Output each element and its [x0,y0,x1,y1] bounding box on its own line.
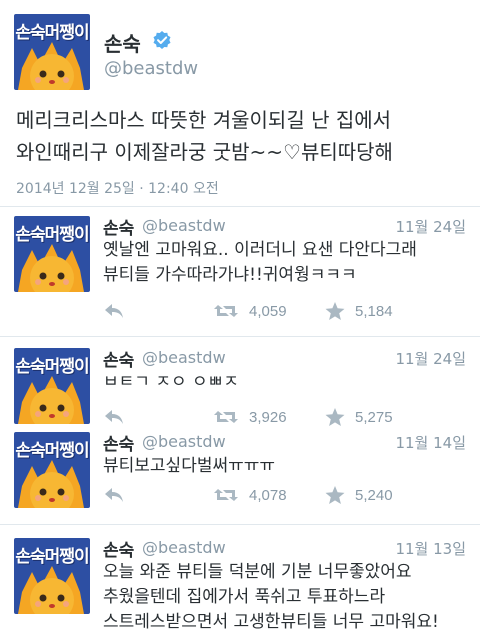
tweet-actions: 3,926 5,275 [103,406,473,428]
creature-icon [18,244,84,292]
timeline-tweet[interactable]: 손숙머쨍이 손숙 @beastdw 11월 24일 옛날엔 고마워요.. 이러더… [0,210,480,334]
display-name[interactable]: 손숙 [103,346,134,371]
timeline-tweet[interactable]: 손숙머쨍이 손숙 @beastdw 11월 14일 뷰티보고싶다벌써ㅠㅠㅠ 4,… [0,426,480,516]
divider [0,336,480,337]
handle[interactable]: @beastdw [142,432,226,451]
retweet-button[interactable]: 4,059 [213,300,287,322]
display-name[interactable]: 손숙 [103,214,134,239]
tweet-timestamp[interactable]: 2014년 12월 25일 · 12:40 오전 [16,178,219,198]
avatar[interactable]: 손숙머쨍이 [14,538,90,614]
avatar[interactable]: 손숙머쨍이 [14,14,90,90]
tweet-text-line: ㅂㅌㄱ ㅈㅇ ㅇㅃㅈ [103,372,239,392]
tweet-text-line: 메리크리스마스 따뜻한 겨울이되길 난 집에서 [16,108,392,132]
tweet-actions: 4,059 5,184 [103,300,473,322]
favorite-count: 5,275 [355,408,393,426]
favorite-count: 5,184 [355,302,393,320]
tweet-text: ㅂㅌㄱ ㅈㅇ ㅇㅃㅈ [103,370,475,395]
reply-button[interactable] [103,300,125,322]
retweet-count: 4,059 [249,302,287,320]
creature-icon [18,376,84,424]
tweet-text-line: 뷰티보고싶다벌써ㅠㅠㅠ [103,456,276,476]
divider [0,524,480,525]
creature-icon [18,566,84,614]
display-name[interactable]: 손숙 [103,430,134,455]
tweet-text-line: 오늘 와준 뷰티들 덕분에 기분 너무좋았어요 [103,562,412,582]
tweet-text-line: 뷰티들 가수따라가냐!!귀여웡ㅋㅋㅋ [103,265,357,285]
handle[interactable]: @beastdw [142,348,226,367]
star-icon [325,485,345,504]
tweet-text: 메리크리스마스 따뜻한 겨울이되길 난 집에서 와인때리구 이제잘라궁 굿밤~~… [16,104,471,168]
tweet-date[interactable]: 11월 14일 [395,432,466,453]
creature-icon [18,42,84,90]
handle[interactable]: @beastdw [142,538,226,557]
retweet-count: 4,078 [249,486,287,504]
reply-button[interactable] [103,406,125,428]
creature-icon [18,460,84,508]
tweet-date[interactable]: 11월 13일 [395,538,466,559]
handle[interactable]: @beastdw [142,216,226,235]
timeline-tweet[interactable]: 손숙머쨍이 손숙 @beastdw 11월 13일 오늘 와준 뷰티들 덕분에 … [0,532,480,640]
reply-icon [105,488,123,502]
retweet-icon [214,305,238,317]
avatar[interactable]: 손숙머쨍이 [14,348,90,424]
handle[interactable]: @beastdw [104,58,198,79]
timeline-tweet[interactable]: 손숙머쨍이 손숙 @beastdw 11월 24일 ㅂㅌㄱ ㅈㅇ ㅇㅃㅈ 3,9… [0,342,480,428]
star-icon [325,407,345,426]
favorite-button[interactable]: 5,240 [325,484,393,506]
retweet-count: 3,926 [249,408,287,426]
main-tweet-header: 손숙머쨍이 손숙 @beastdw [0,0,480,100]
retweet-button[interactable]: 3,926 [213,406,287,428]
tweet-date[interactable]: 11월 24일 [395,216,466,237]
tweet-text: 오늘 와준 뷰티들 덕분에 기분 너무좋았어요 추웠을텐데 집에가서 푹쉬고 투… [103,560,475,635]
divider [0,206,480,207]
tweet-text-line: 옛날엔 고마워요.. 이러더니 요샌 다안다그래 [103,240,417,260]
verified-badge-icon [153,31,171,49]
tweet-date[interactable]: 11월 24일 [395,348,466,369]
reply-icon [105,410,123,424]
tweet-text: 옛날엔 고마워요.. 이러더니 요샌 다안다그래 뷰티들 가수따라가냐!!귀여웡… [103,238,475,288]
display-name[interactable]: 손숙 [103,536,134,561]
avatar[interactable]: 손숙머쨍이 [14,216,90,292]
tweet-actions: 4,078 5,240 [103,484,473,506]
retweet-icon [214,411,238,423]
star-icon [325,301,345,320]
avatar[interactable]: 손숙머쨍이 [14,432,90,508]
favorite-button[interactable]: 5,275 [325,406,393,428]
retweet-button[interactable]: 4,078 [213,484,287,506]
reply-button[interactable] [103,484,125,506]
tweet-text: 뷰티보고싶다벌써ㅠㅠㅠ [103,454,475,479]
favorite-count: 5,240 [355,486,393,504]
display-name[interactable]: 손숙 [104,28,141,57]
favorite-button[interactable]: 5,184 [325,300,393,322]
reply-icon [105,304,123,318]
tweet-text-line: 추웠을텐데 집에가서 푹쉬고 투표하느라 [103,587,386,607]
retweet-icon [214,489,238,501]
tweet-text-line: 스트레스받으면서 고생한뷰티들 너무 고마워요! [103,612,439,632]
tweet-text-line: 와인때리구 이제잘라궁 굿밤~~♡뷰티따당해 [16,140,393,164]
